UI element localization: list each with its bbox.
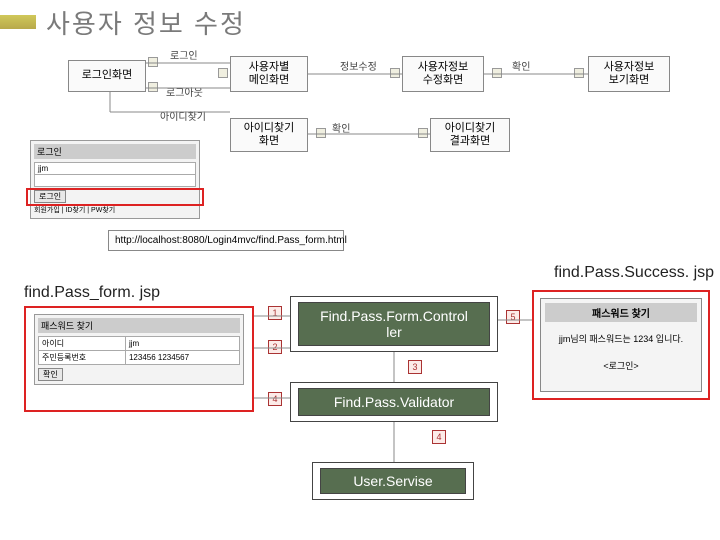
success-msg: jjm님의 패스워드는 1234 입니다. [545, 332, 697, 345]
mock-login-form: 로그인 jjm 로그인 회원가입 | ID찾기 | PW찾기 [30, 140, 200, 219]
row1-label: 아이디 [39, 337, 126, 351]
box-findid-result: 아이디찾기 결과화면 [430, 118, 510, 152]
url-box: http://localhost:8080/Login4mvc/find.Pas… [108, 230, 344, 251]
edge-login: 로그인 [168, 47, 200, 62]
arrow-icon [148, 57, 158, 67]
mock-login-pw [35, 175, 196, 187]
mock-login-id: jjm [35, 163, 196, 175]
arrow-icon [390, 68, 400, 78]
success-link: <로그인> [545, 359, 697, 372]
red-highlight-login [26, 188, 204, 206]
num-4b: 4 [432, 430, 446, 444]
arrow-icon [418, 128, 428, 138]
ctrl-validator: Find.Pass.Validator [298, 388, 490, 416]
box-user-main: 사용자별 메인화면 [230, 56, 308, 92]
ctrl-service: User.Servise [320, 468, 466, 494]
row2-val: 123456 1234567 [125, 351, 239, 365]
arrow-icon [148, 82, 158, 92]
box-login-screen: 로그인화면 [68, 60, 146, 92]
row2-label: 주민등록번호 [39, 351, 126, 365]
num-1: 1 [268, 306, 282, 320]
mock-findpass-form: 패스워드 찾기 아이디jjm 주민등록번호123456 1234567 확인 [34, 314, 244, 385]
box-findid-screen: 아이디찾기 화면 [230, 118, 308, 152]
mock-findpass-btn: 확인 [38, 368, 63, 381]
jsp-success-label: find.Pass.Success. jsp [554, 264, 714, 282]
edge-confirm1: 확인 [510, 58, 532, 73]
mock-success: 패스워드 찾기 jjm님의 패스워드는 1234 입니다. <로그인> [540, 298, 702, 392]
ctrl-form: Find.Pass.Form.Control ler [298, 302, 490, 346]
jsp-form-label: find.Pass_form. jsp [24, 284, 160, 302]
num-4a: 4 [268, 392, 282, 406]
num-5: 5 [506, 310, 520, 324]
edge-confirm2: 확인 [330, 120, 352, 135]
num-2: 2 [268, 340, 282, 354]
arrow-icon [492, 68, 502, 78]
mock-findpass-header: 패스워드 찾기 [38, 318, 240, 333]
arrow-icon [316, 128, 326, 138]
arrow-icon [218, 68, 228, 78]
accent-bar [0, 15, 36, 29]
edge-editinfo: 정보수정 [338, 58, 379, 73]
edge-logout: 로그아웃 [164, 84, 205, 99]
row1-val: jjm [125, 337, 239, 351]
mock-login-links: 회원가입 | ID찾기 | PW찾기 [34, 205, 196, 215]
edge-findid: 아이디찾기 [158, 108, 208, 123]
page-title: 사용자 정보 수정 [46, 4, 246, 41]
box-user-edit: 사용자정보 수정화면 [402, 56, 484, 92]
box-user-view: 사용자정보 보기화면 [588, 56, 670, 92]
num-3: 3 [408, 360, 422, 374]
arrow-icon [574, 68, 584, 78]
mock-login-header: 로그인 [34, 144, 196, 159]
success-header: 패스워드 찾기 [545, 303, 697, 322]
